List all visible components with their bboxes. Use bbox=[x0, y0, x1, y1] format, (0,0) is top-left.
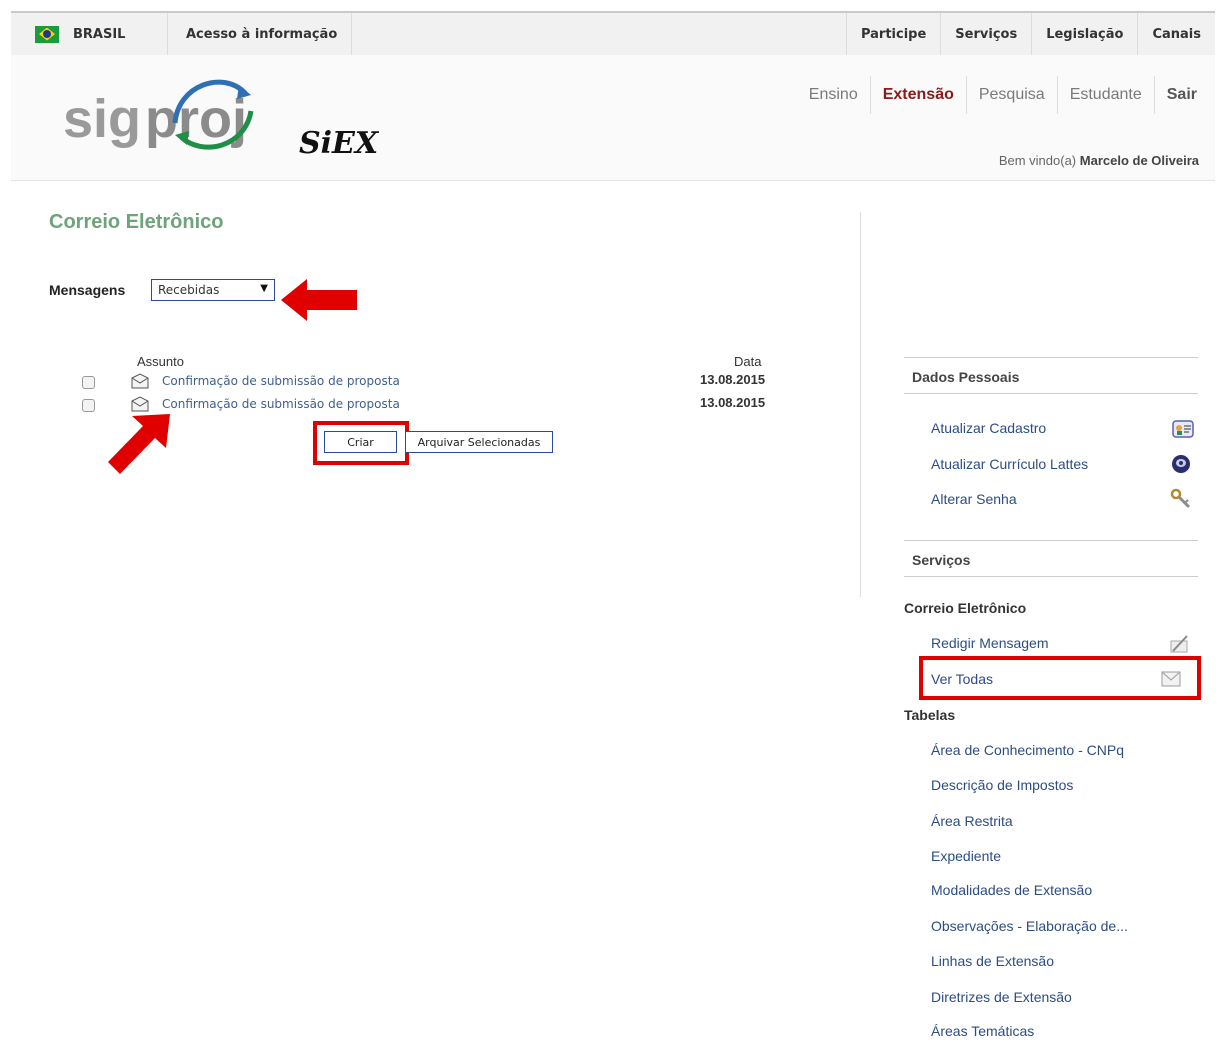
chevron-down-icon: ▼ bbox=[260, 283, 268, 294]
sidebar-item-linhas-extensao[interactable]: Linhas de Extensão bbox=[931, 953, 1054, 969]
highlight-box-create bbox=[313, 421, 409, 465]
gov-bar-spacer bbox=[352, 13, 847, 55]
acesso-label: Acesso à informação bbox=[186, 26, 338, 42]
column-header-data: Data bbox=[734, 354, 762, 369]
nav-extensao[interactable]: Extensão bbox=[869, 76, 966, 114]
sidebar-item-area-conhecimento[interactable]: Área de Conhecimento - CNPq bbox=[931, 742, 1124, 758]
nav-estudante[interactable]: Estudante bbox=[1056, 76, 1154, 114]
key-icon[interactable] bbox=[1170, 488, 1192, 510]
sigproj-logo[interactable]: sig proj SiEX bbox=[63, 65, 393, 165]
logo-sig: sig bbox=[63, 89, 141, 149]
table-row: Confirmação de submissão de proposta 13.… bbox=[82, 372, 802, 394]
annotation-arrow-diagonal-icon bbox=[108, 414, 170, 474]
sidebar-item-alterar-senha[interactable]: Alterar Senha bbox=[931, 491, 1017, 507]
brasil-link[interactable]: BRASIL bbox=[11, 13, 168, 55]
participe-link[interactable]: Participe bbox=[847, 13, 942, 55]
row-checkbox[interactable] bbox=[82, 376, 95, 389]
column-header-assunto: Assunto bbox=[137, 354, 184, 369]
sidebar-section-servicos: Serviços bbox=[904, 540, 1198, 577]
servicos-heading: Serviços bbox=[912, 552, 971, 568]
annotation-arrow-left-icon bbox=[281, 279, 357, 321]
lattes-icon[interactable] bbox=[1170, 453, 1192, 475]
sidebar-item-descricao-impostos[interactable]: Descrição de Impostos bbox=[931, 777, 1073, 793]
sidebar-item-observacoes[interactable]: Observações - Elaboração de... bbox=[931, 918, 1128, 934]
column-divider bbox=[860, 212, 861, 597]
sidebar-item-redigir-mensagem[interactable]: Redigir Mensagem bbox=[931, 635, 1049, 651]
sidebar-item-area-restrita[interactable]: Área Restrita bbox=[931, 813, 1013, 829]
user-name: Marcelo de Oliveira bbox=[1079, 153, 1199, 168]
message-subject-link[interactable]: Confirmação de submissão de proposta bbox=[162, 397, 400, 411]
nav-sair[interactable]: Sair bbox=[1153, 76, 1209, 114]
id-card-icon[interactable] bbox=[1172, 418, 1194, 440]
brazil-flag-icon bbox=[35, 25, 59, 43]
table-row: Confirmação de submissão de proposta 13.… bbox=[82, 395, 802, 417]
compose-icon[interactable] bbox=[1168, 633, 1190, 655]
row-checkbox[interactable] bbox=[82, 399, 95, 412]
legislacao-link[interactable]: Legislação bbox=[1032, 13, 1139, 55]
canais-link[interactable]: Canais bbox=[1138, 13, 1215, 55]
welcome-message: Bem vindo(a) Marcelo de Oliveira bbox=[999, 153, 1199, 168]
sidebar-section-dados-pessoais: Dados Pessoais bbox=[904, 357, 1198, 394]
messages-select-value: Recebidas bbox=[158, 283, 220, 297]
main-nav: Ensino Extensão Pesquisa Estudante Sair bbox=[797, 76, 1209, 114]
message-date: 13.08.2015 bbox=[700, 395, 766, 410]
messages-label: Mensagens bbox=[49, 282, 126, 298]
tabelas-heading: Tabelas bbox=[904, 707, 956, 723]
brasil-label: BRASIL bbox=[73, 26, 126, 42]
logo-siex: SiEX bbox=[299, 126, 380, 161]
sidebar-item-diretrizes-extensao[interactable]: Diretrizes de Extensão bbox=[931, 989, 1072, 1005]
message-subject-link[interactable]: Confirmação de submissão de proposta bbox=[162, 374, 400, 388]
correio-eletronico-heading: Correio Eletrônico bbox=[904, 600, 1027, 616]
servicos-link[interactable]: Serviços bbox=[941, 13, 1033, 55]
archive-selected-button[interactable]: Arquivar Selecionadas bbox=[405, 431, 553, 453]
gov-bar: BRASIL Acesso à informação Participe Ser… bbox=[11, 11, 1215, 55]
acesso-informacao-link[interactable]: Acesso à informação bbox=[168, 13, 353, 55]
envelope-icon bbox=[131, 396, 149, 412]
sidebar-item-expediente[interactable]: Expediente bbox=[931, 848, 1001, 864]
highlight-box-ver-todas bbox=[919, 656, 1201, 700]
sidebar-item-atualizar-curriculo[interactable]: Atualizar Currículo Lattes bbox=[931, 456, 1088, 472]
message-date: 13.08.2015 bbox=[700, 372, 766, 387]
sidebar-item-modalidades[interactable]: Modalidades de Extensão bbox=[931, 882, 1092, 898]
sidebar-item-areas-tematicas[interactable]: Áreas Temáticas bbox=[931, 1023, 1034, 1039]
nav-pesquisa[interactable]: Pesquisa bbox=[965, 76, 1057, 114]
sigproj-logo-icon: sig proj SiEX bbox=[63, 79, 380, 161]
dados-pessoais-heading: Dados Pessoais bbox=[912, 369, 1020, 385]
site-header: sig proj SiEX Ensino Extensão Pesquisa E… bbox=[11, 55, 1215, 181]
nav-ensino[interactable]: Ensino bbox=[797, 76, 870, 114]
welcome-prefix: Bem vindo(a) bbox=[998, 153, 1077, 168]
envelope-icon bbox=[131, 373, 149, 389]
sidebar-item-atualizar-cadastro[interactable]: Atualizar Cadastro bbox=[931, 420, 1046, 436]
page-title: Correio Eletrônico bbox=[49, 211, 224, 233]
messages-select[interactable]: Recebidas ▼ bbox=[151, 279, 275, 301]
